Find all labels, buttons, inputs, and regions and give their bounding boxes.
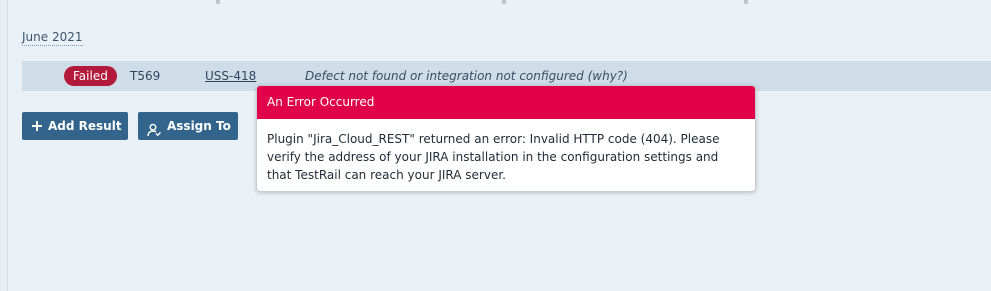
error-popup-title: An Error Occurred bbox=[257, 86, 755, 119]
test-id: T569 bbox=[130, 69, 161, 83]
assign-to-button[interactable]: Assign To bbox=[138, 112, 238, 140]
error-message-line: that TestRail can reach your JIRA server… bbox=[267, 168, 506, 182]
assign-to-label: Assign To bbox=[167, 119, 231, 133]
add-result-label: Add Result bbox=[48, 119, 122, 133]
error-popup: An Error Occurred Plugin "Jira_Cloud_RES… bbox=[256, 85, 756, 192]
defect-message: Defect not found or integration not conf… bbox=[305, 69, 628, 83]
plus-icon bbox=[32, 121, 42, 131]
cut-off-glyph bbox=[502, 0, 506, 4]
add-result-button[interactable]: Add Result bbox=[22, 112, 128, 140]
left-gutter bbox=[0, 0, 8, 291]
user-assign-icon bbox=[147, 119, 162, 137]
defect-message-text: Defect not found or integration not conf… bbox=[305, 69, 584, 83]
defect-link[interactable]: USS-418 bbox=[205, 69, 256, 83]
date-group-header: June 2021 bbox=[22, 30, 83, 46]
error-popup-body: Plugin "Jira_Cloud_REST" returned an err… bbox=[257, 119, 755, 184]
cut-off-glyph bbox=[744, 0, 748, 4]
error-message-line: Plugin "Jira_Cloud_REST" returned an err… bbox=[267, 132, 720, 146]
top-strip bbox=[8, 0, 991, 6]
status-badge: Failed bbox=[64, 66, 117, 86]
cut-off-glyph bbox=[216, 0, 220, 4]
error-message-line: verify the address of your JIRA installa… bbox=[267, 150, 719, 164]
why-link[interactable]: (why?) bbox=[588, 69, 628, 83]
